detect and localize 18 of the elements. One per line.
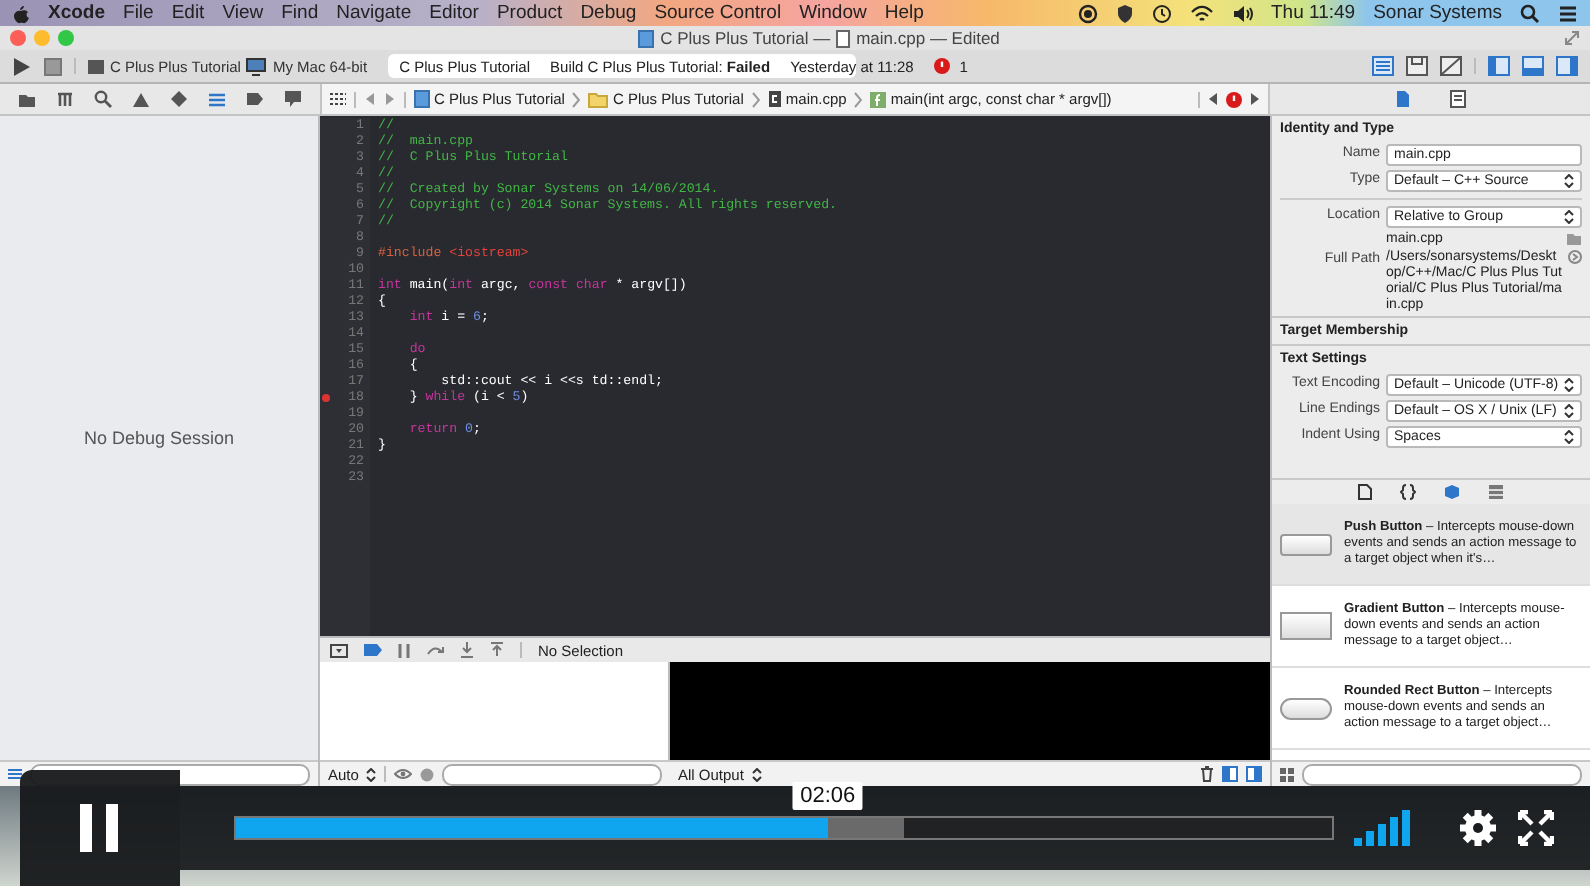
menu-item[interactable]: Edit	[171, 2, 205, 24]
menu-clock: Thu 11:49	[1271, 2, 1356, 24]
menu-item[interactable]: Help	[884, 2, 924, 24]
menu-item[interactable]: Source Control	[654, 2, 782, 24]
window-title: C Plus Plus Tutorial —	[660, 28, 831, 48]
menu-item[interactable]: Xcode	[48, 2, 106, 24]
menu-item[interactable]: Debug	[580, 2, 637, 24]
menu-item[interactable]: Editor	[429, 2, 479, 24]
menu-item[interactable]: Navigate	[336, 2, 412, 24]
time-tooltip: 02:06	[792, 782, 864, 810]
menu-item[interactable]: Product	[496, 2, 563, 24]
menu-item[interactable]: File	[123, 2, 154, 24]
menu-item[interactable]: View	[222, 2, 264, 24]
empty-state-message: No Debug Session	[83, 428, 235, 448]
menu-item[interactable]: Find	[281, 2, 319, 24]
window-subtitle: main.cpp — Edited	[856, 28, 1000, 48]
menu-user[interactable]: Sonar Systems	[1373, 2, 1502, 24]
menu-item[interactable]: Window	[799, 2, 867, 24]
